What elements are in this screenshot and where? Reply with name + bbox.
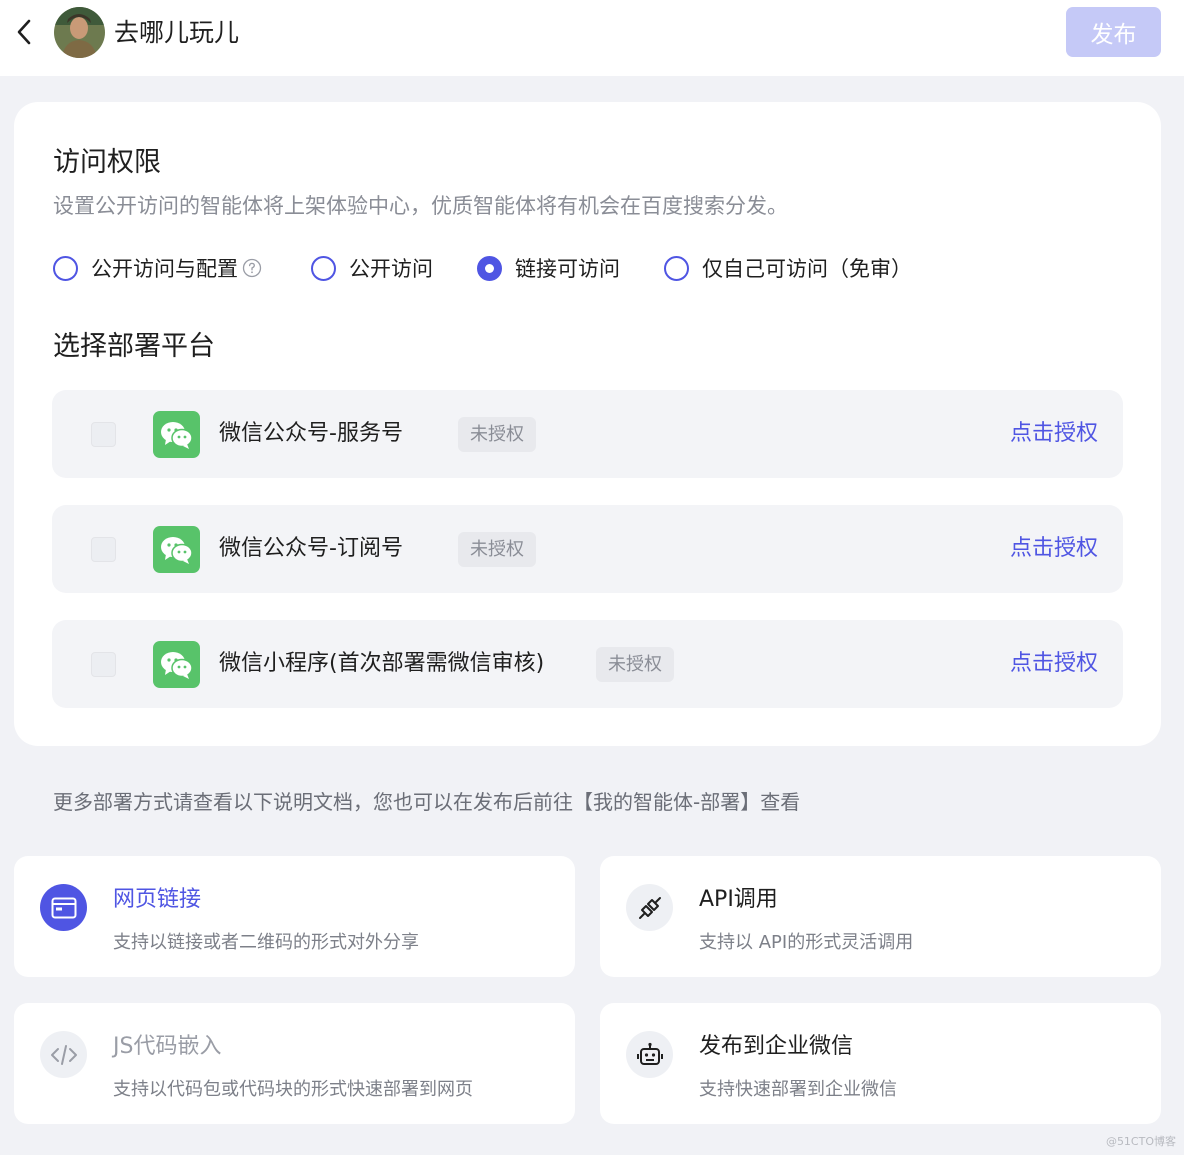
agent-name: 去哪儿玩儿 xyxy=(114,18,240,47)
method-desc: 支持快速部署到企业微信 xyxy=(699,1079,897,1100)
radio-button-checked[interactable] xyxy=(477,255,502,281)
radio-public[interactable]: 公开访问 xyxy=(311,250,433,286)
method-desc: 支持以代码包或代码块的形式快速部署到网页 xyxy=(113,1079,473,1100)
radio-button[interactable] xyxy=(311,255,336,281)
platform-checkbox[interactable] xyxy=(91,652,116,677)
settings-card: 访问权限 设置公开访问的智能体将上架体验中心，优质智能体将有机会在百度搜索分发。… xyxy=(14,102,1161,746)
radio-label: 公开访问与配置 xyxy=(91,257,238,281)
method-title: 发布到企业微信 xyxy=(699,1034,854,1059)
method-card-web-link[interactable]: 网页链接 支持以链接或者二维码的形式对外分享 xyxy=(14,856,575,977)
method-title: API调用 xyxy=(699,887,778,912)
chevron-left-icon xyxy=(17,19,31,45)
radio-button[interactable] xyxy=(53,255,78,281)
method-title: JS代码嵌入 xyxy=(113,1034,222,1059)
method-card-api[interactable]: API调用 支持以 API的形式灵活调用 xyxy=(600,856,1161,977)
robot-icon xyxy=(626,1031,673,1078)
plug-icon xyxy=(626,884,673,931)
status-badge: 未授权 xyxy=(596,647,674,682)
method-card-wecom[interactable]: 发布到企业微信 支持快速部署到企业微信 xyxy=(600,1003,1161,1124)
avatar xyxy=(54,7,105,58)
method-title: 网页链接 xyxy=(113,887,202,912)
radio-label: 链接可访问 xyxy=(515,257,620,281)
platform-checkbox[interactable] xyxy=(91,422,116,447)
question-circle-icon[interactable] xyxy=(242,258,262,278)
access-radio-group: 公开访问与配置 公开访问 链接可访问 仅自己可访问（免审） xyxy=(53,250,1133,286)
radio-private[interactable]: 仅自己可访问（免审） xyxy=(664,250,912,286)
wechat-icon xyxy=(153,641,200,688)
platform-name: 微信小程序(首次部署需微信审核) xyxy=(219,651,545,676)
radio-button[interactable] xyxy=(664,255,689,281)
radio-label: 公开访问 xyxy=(349,257,433,281)
authorize-link[interactable]: 点击授权 xyxy=(1010,416,1098,452)
platform-section-title: 选择部署平台 xyxy=(53,331,215,362)
method-card-js-embed[interactable]: JS代码嵌入 支持以代码包或代码块的形式快速部署到网页 xyxy=(14,1003,575,1124)
wechat-icon xyxy=(153,526,200,573)
code-icon xyxy=(40,1031,87,1078)
access-section-title: 访问权限 xyxy=(53,147,161,178)
status-badge: 未授权 xyxy=(458,532,536,567)
radio-public-config[interactable]: 公开访问与配置 xyxy=(53,250,262,286)
access-section-desc: 设置公开访问的智能体将上架体验中心，优质智能体将有机会在百度搜索分发。 xyxy=(53,194,788,218)
wechat-icon xyxy=(153,411,200,458)
radio-label: 仅自己可访问（免审） xyxy=(702,257,912,281)
publish-button[interactable]: 发布 xyxy=(1066,7,1161,57)
browser-window-icon xyxy=(40,884,87,931)
radio-link-access[interactable]: 链接可访问 xyxy=(477,250,620,286)
method-desc: 支持以链接或者二维码的形式对外分享 xyxy=(113,932,419,953)
platform-row-service-account: 微信公众号-服务号 未授权 点击授权 xyxy=(52,390,1123,478)
watermark: @51CTO博客 xyxy=(1105,1135,1176,1148)
platform-name: 微信公众号-服务号 xyxy=(219,421,403,446)
authorize-link[interactable]: 点击授权 xyxy=(1010,531,1098,567)
platform-row-mini-program: 微信小程序(首次部署需微信审核) 未授权 点击授权 xyxy=(52,620,1123,708)
more-deploy-note: 更多部署方式请查看以下说明文档，您也可以在发布后前往【我的智能体-部署】查看 xyxy=(53,790,801,814)
platform-name: 微信公众号-订阅号 xyxy=(219,536,403,561)
status-badge: 未授权 xyxy=(458,417,536,452)
top-bar: 去哪儿玩儿 发布 xyxy=(0,0,1184,76)
platform-row-subscription-account: 微信公众号-订阅号 未授权 点击授权 xyxy=(52,505,1123,593)
method-desc: 支持以 API的形式灵活调用 xyxy=(699,932,914,953)
platform-checkbox[interactable] xyxy=(91,537,116,562)
authorize-link[interactable]: 点击授权 xyxy=(1010,646,1098,682)
back-button[interactable] xyxy=(10,18,38,46)
